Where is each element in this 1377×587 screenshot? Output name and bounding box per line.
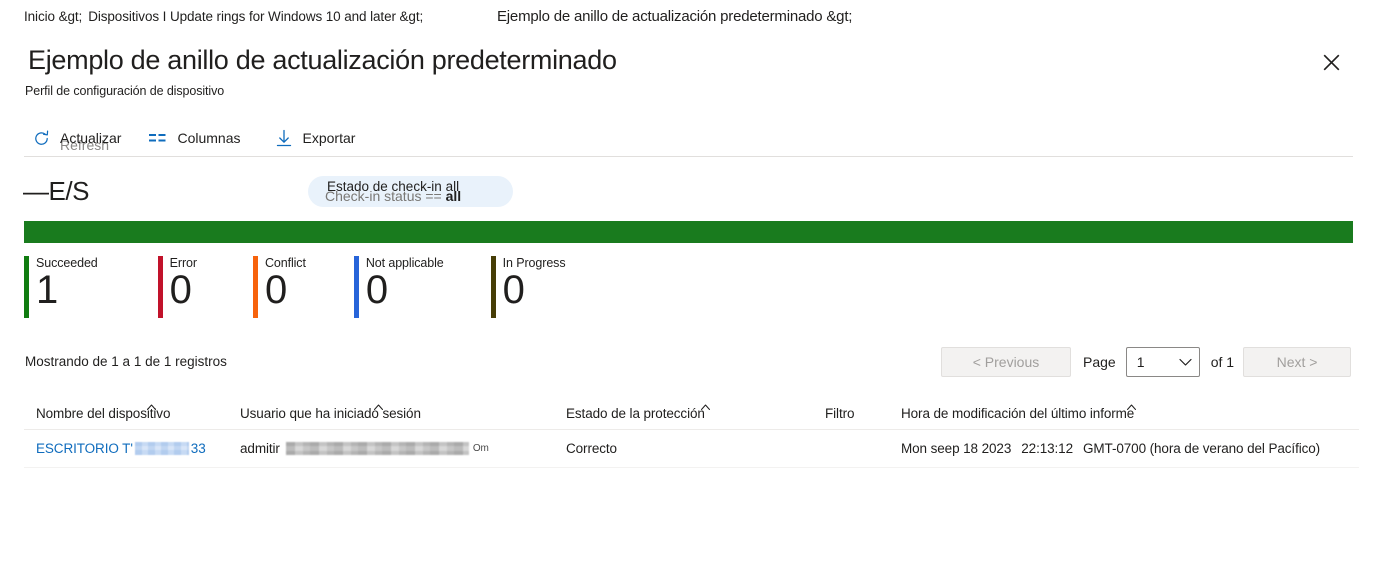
cell-logged-user: admitir Om [240, 430, 489, 467]
page-subtitle: Perfil de configuración de dispositivo [25, 84, 225, 98]
page-total-label: of 1 [1210, 354, 1235, 370]
page-title: Ejemplo de anillo de actualización prede… [28, 45, 617, 75]
column-header-last-report-time[interactable]: Hora de modificación del último informe [901, 398, 1136, 429]
next-page-button[interactable]: Next > [1243, 347, 1352, 377]
cell-protection-status: Correcto [566, 441, 617, 456]
columns-label: Columnas [177, 130, 241, 146]
close-icon [1323, 54, 1340, 71]
export-button[interactable]: Exportar [267, 122, 360, 154]
command-bar: Actualizar Refresh Columnas Exportar [24, 120, 1353, 156]
status-tile-value: 0 [264, 268, 288, 312]
download-icon [271, 127, 297, 149]
device-name-link[interactable]: ESCRITORIO T' 33 [36, 441, 206, 456]
column-header-protection-status[interactable]: Estado de la protección [566, 398, 710, 429]
device-name-prefix: ESCRITORIO T' [36, 441, 133, 456]
pagination: < Previous Page 1 of 1 Next > [941, 347, 1352, 377]
command-bar-divider [24, 156, 1353, 157]
user-name-prefix: admitir [240, 441, 280, 456]
status-tile-succeeded[interactable]: Succeeded 1 [24, 256, 98, 318]
breadcrumb-item-devices[interactable]: Dispositivos I Update rings for Windows … [88, 9, 423, 24]
status-tile-value: 0 [502, 268, 525, 312]
refresh-button[interactable]: Actualizar Refresh [24, 122, 125, 154]
filter-pill-label: Estado de check-in all [327, 179, 460, 194]
refresh-label: Actualizar [60, 130, 122, 146]
chevron-down-icon [1179, 354, 1192, 370]
status-tile-error[interactable]: Error 0 [157, 256, 197, 318]
status-tile-conflict[interactable]: Conflict 0 [252, 256, 306, 318]
status-tile-value: 1 [36, 268, 59, 312]
page-label: Page [1083, 354, 1116, 370]
redacted-user-name [285, 442, 469, 455]
column-header-logged-user[interactable]: Usuario que ha iniciado sesión [240, 398, 421, 429]
devices-table: Nombre del dispositivo Usuario que ha in… [24, 398, 1359, 468]
redacted-device-name [134, 442, 189, 455]
column-header-device-name[interactable]: Nombre del dispositivo [36, 398, 170, 429]
report-timezone: GMT-0700 (hora de verano del Pacífico) [1083, 441, 1321, 456]
device-name-suffix: 33 [190, 441, 206, 456]
close-button[interactable] [1316, 47, 1346, 77]
status-tile-not-applicable[interactable]: Not applicable 0 [353, 256, 444, 318]
section-heading: —E/S [23, 176, 89, 206]
columns-button[interactable]: Columnas [141, 122, 244, 154]
refresh-icon [28, 127, 54, 149]
previous-page-button[interactable]: < Previous [941, 347, 1071, 377]
report-time: 22:13:12 [1021, 441, 1073, 456]
breadcrumb: Inicio &gt; Dispositivos I Update rings f… [24, 9, 423, 24]
status-summary-bar [24, 221, 1353, 243]
export-label: Exportar [302, 130, 356, 146]
status-tile-in-progress[interactable]: In Progress 0 [490, 256, 566, 318]
table-row[interactable]: ESCRITORIO T' 33 admitir Om Correcto Mon… [24, 430, 1359, 468]
page-number-value: 1 [1136, 354, 1145, 370]
page-number-select[interactable]: 1 [1125, 347, 1200, 377]
filter-pill-checkin-status[interactable]: Estado de check-in all Check-in status =… [308, 176, 513, 207]
report-date: Mon seep 18 2023 [901, 441, 1012, 456]
user-name-suffix: Om [472, 443, 489, 454]
column-header-filter[interactable]: Filtro [825, 398, 855, 429]
status-tile-value: 0 [365, 268, 389, 312]
table-header-row: Nombre del dispositivo Usuario que ha in… [24, 398, 1359, 430]
columns-icon [145, 127, 171, 149]
cell-device-name: ESCRITORIO T' 33 [36, 430, 206, 467]
breadcrumb-item-home[interactable]: Inicio &gt; [24, 9, 82, 24]
breadcrumb-item-current[interactable]: Ejemplo de anillo de actualización prede… [497, 8, 852, 25]
status-tiles: Succeeded 1 Error 0 Conflict 0 Not appli… [24, 256, 566, 322]
cell-last-report-time: Mon seep 18 2023 22:13:12 GMT-0700 (hora… [901, 430, 1320, 467]
status-tile-value: 0 [169, 268, 192, 312]
records-count-text: Mostrando de 1 a 1 de 1 registros [25, 354, 227, 369]
